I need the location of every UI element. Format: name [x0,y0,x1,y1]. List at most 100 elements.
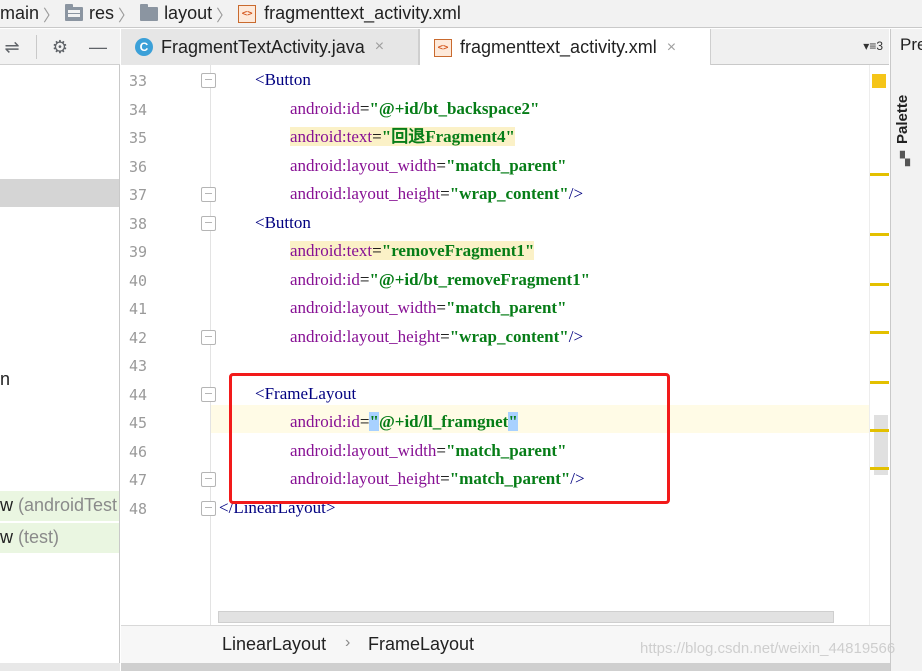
line-number: 39 [128,243,147,261]
code-line[interactable]: <Button [255,209,311,237]
attribute-group: android:text="removeFragment1" [290,241,535,260]
attribute-name: android:text [290,127,373,146]
gear-icon[interactable]: ⚙ [50,37,70,57]
line-number: 46 [128,442,147,461]
equals-sign: = [436,155,446,175]
warning-mark[interactable] [870,331,889,334]
code-line[interactable]: android:layout_height="wrap_content"/> [290,180,583,208]
line-number: 36 [128,157,147,176]
tab-label: fragmenttext_activity.xml [460,37,657,57]
warning-mark[interactable] [870,233,889,236]
line-number: 40 [128,271,147,290]
line-number: 42 [128,328,147,347]
breadcrumb-label: res [89,3,115,23]
code-line[interactable]: android:layout_width="match_parent" [290,294,567,322]
equals-sign: = [436,298,446,317]
tree-item[interactable]: n [0,369,10,390]
attribute-group: android:layout_height="wrap_content" [290,184,569,203]
vertical-scroll-thumb[interactable] [874,415,888,475]
attribute-group: android:layout_width="match_parent" [290,156,567,175]
code-line[interactable]: android:text="回退Fragment4" [290,123,515,151]
attribute-value: "回退Fragment4" [381,127,515,146]
code-line[interactable]: android:text="removeFragment1" [290,237,535,265]
breadcrumb-item-file[interactable]: <> fragmenttext_activity.xml [238,0,461,27]
tree-item-android-test[interactable]: w (androidTest [0,495,117,516]
attribute-group: android:id="@+id/bt_backspace2" [290,99,540,118]
xml-file-icon: <> [434,38,452,57]
attribute-value: "@+id/bt_removeFragment1" [369,269,591,289]
warning-mark[interactable] [870,467,889,470]
attribute-group: android:id="@+id/bt_removeFragment1" [290,270,590,289]
warning-mark[interactable] [870,173,889,176]
warning-mark[interactable] [870,283,889,286]
tab-fragment-text-activity-java[interactable]: C FragmentTextActivity.java × [121,29,419,65]
attribute-name: android:layout_width [290,155,437,175]
fold-toggle-icon[interactable] [201,329,216,345]
breadcrumb-item-res[interactable]: res 〉 [65,0,140,27]
warning-mark[interactable] [870,381,889,384]
preview-tab[interactable]: Pre [900,35,922,55]
tag-bracket: < [255,70,265,89]
toolbar-divider [36,35,37,59]
line-number: 34 [128,100,147,119]
equals-sign: = [440,326,450,346]
collapse-icon[interactable]: ⇌ [2,37,22,57]
attribute-name: android:layout_height [290,326,441,346]
breadcrumb-label: main [0,3,40,23]
line-number: 44 [128,385,147,404]
project-toolbar: ⇌ ⚙ — [0,29,120,65]
palette-tab[interactable]: Palette [894,95,911,144]
close-icon[interactable]: × [667,39,676,57]
attribute-value: "@+id/bt_backspace2" [369,98,540,118]
structure-item-framelayout[interactable]: FrameLayout [368,634,474,655]
breadcrumb-item-layout[interactable]: layout 〉 [140,0,238,27]
attribute-name: android:layout_height [290,184,441,203]
equals-sign: = [372,241,382,260]
chevron-right-icon: 〉 [43,7,60,25]
fold-toggle-icon[interactable] [201,500,216,516]
tab-fragmenttext-activity-xml[interactable]: <> fragmenttext_activity.xml × [419,29,711,66]
warning-indicator-icon[interactable] [872,74,886,88]
code-line[interactable]: <Button [255,66,311,94]
line-number: 37 [128,186,147,204]
resources-folder-icon [65,3,84,21]
tab-overflow-menu[interactable]: ▾≡3 [863,39,883,53]
tab-label: FragmentTextActivity.java [161,36,365,57]
chevron-right-icon: › [345,634,351,651]
attribute-group: android:layout_height="wrap_content" [290,327,569,346]
code-line[interactable]: android:id="@+id/bt_backspace2" [290,95,540,123]
bottom-strip [0,663,120,671]
code-line[interactable]: android:layout_width="match_parent" [290,152,567,180]
line-number: 33 [128,72,147,90]
palette-icon: ▚ [900,151,910,166]
java-class-icon: C [135,38,153,56]
warning-mark[interactable] [870,429,889,432]
fold-toggle-icon[interactable] [201,73,216,88]
tag-bracket: < [255,212,265,232]
breadcrumb-item-main[interactable]: main 〉 [0,0,65,27]
code-line[interactable]: android:layout_height="wrap_content"/> [290,323,583,351]
annotation-highlight-box [229,373,670,504]
tag-bracket: /> [568,184,584,203]
line-number: 47 [128,471,147,489]
fold-toggle-icon[interactable] [201,215,216,231]
fold-toggle-icon[interactable] [201,187,216,202]
line-number: 43 [128,357,147,375]
minimize-icon[interactable]: — [88,37,108,57]
selected-tree-row[interactable] [0,179,119,207]
structure-item-linearlayout[interactable]: LinearLayout [222,634,326,655]
attribute-name: android:text [290,241,373,260]
code-line[interactable]: android:id="@+id/bt_removeFragment1" [290,266,590,294]
attribute-group: android:text="回退Fragment4" [290,127,515,146]
watermark: https://blog.csdn.net/weixin_44819566 [640,640,896,657]
equals-sign: = [440,184,450,203]
horizontal-scrollbar[interactable] [218,611,834,623]
breadcrumb: main 〉 res 〉 layout 〉 <> fragmenttext_ac… [0,0,922,28]
close-icon[interactable]: × [375,38,384,56]
equals-sign: = [372,127,382,146]
tree-item-test[interactable]: w (test) [0,527,59,548]
breadcrumb-label: layout [164,3,213,23]
fold-toggle-icon[interactable] [201,472,216,487]
code-editor[interactable]: 33 <Button 34 android:id="@+id/bt_backspace… [121,65,889,625]
fold-toggle-icon[interactable] [201,386,216,402]
